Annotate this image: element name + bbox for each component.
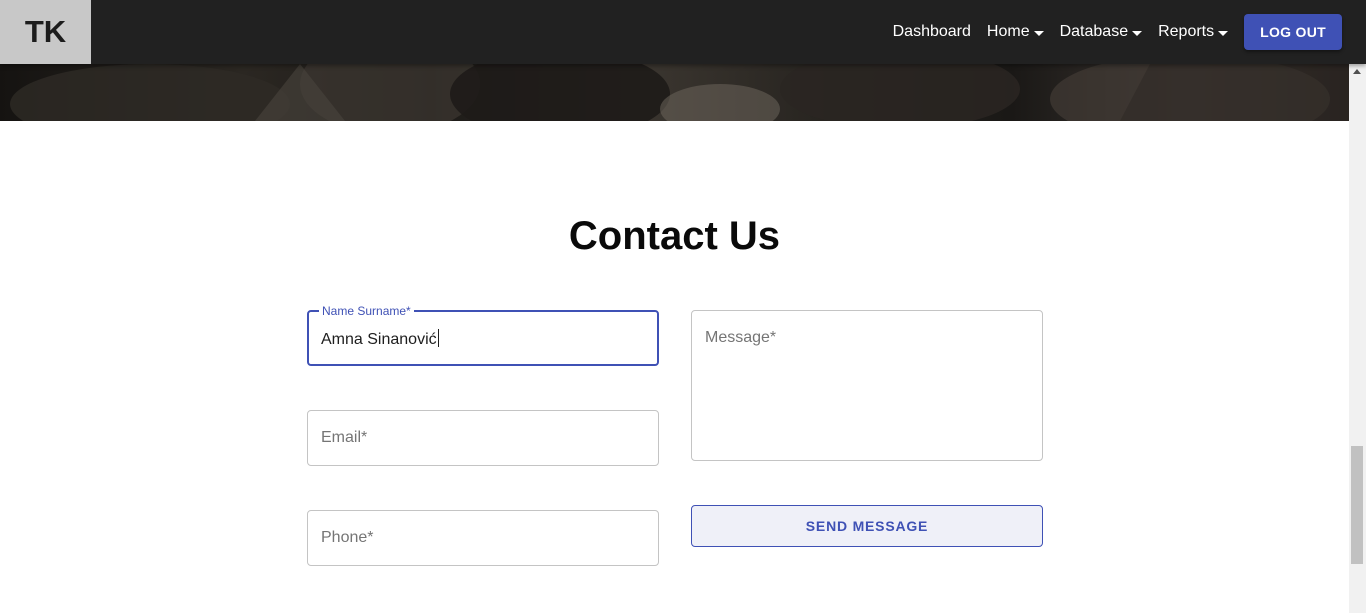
message-field[interactable]: Message* bbox=[691, 310, 1043, 461]
nav-links: Dashboard Home Database Reports LOG OUT bbox=[877, 0, 1342, 64]
page-title: Contact Us bbox=[568, 214, 781, 258]
text-cursor bbox=[437, 329, 439, 347]
logout-button[interactable]: LOG OUT bbox=[1244, 14, 1342, 50]
scroll-thumb[interactable] bbox=[1351, 446, 1363, 564]
phone-field[interactable]: Phone* bbox=[307, 510, 659, 566]
send-message-button[interactable]: SEND MESSAGE bbox=[691, 505, 1043, 547]
nav-item-label: Reports bbox=[1158, 23, 1215, 40]
nav-item-label: Database bbox=[1059, 23, 1129, 40]
nav-item-database[interactable]: Database bbox=[1060, 23, 1143, 41]
caret-down-icon bbox=[1132, 30, 1143, 36]
nav-item-home[interactable]: Home bbox=[987, 23, 1044, 41]
nav-item-label: Dashboard bbox=[892, 23, 971, 40]
hero-image bbox=[0, 64, 1349, 121]
nav-item-reports[interactable]: Reports bbox=[1158, 23, 1229, 41]
page-scrollbar[interactable] bbox=[1349, 64, 1366, 613]
phone-placeholder: Phone* bbox=[321, 529, 374, 546]
email-placeholder: Email* bbox=[321, 429, 368, 446]
top-navbar: TK Dashboard Home Database Reports LOG O… bbox=[0, 0, 1366, 64]
name-surname-value: Amna Sinanović bbox=[321, 329, 439, 349]
email-field[interactable]: Email* bbox=[307, 410, 659, 466]
caret-down-icon bbox=[1218, 30, 1229, 36]
name-surname-label: Name Surname* bbox=[319, 304, 414, 318]
brand-logo[interactable]: TK bbox=[0, 0, 91, 64]
name-surname-field[interactable]: Name Surname* Amna Sinanović bbox=[307, 304, 659, 366]
nav-item-label: Home bbox=[986, 23, 1030, 40]
page: TK Dashboard Home Database Reports LOG O… bbox=[0, 0, 1366, 613]
nav-item-dashboard[interactable]: Dashboard bbox=[893, 23, 971, 41]
name-surname-text: Amna Sinanović bbox=[321, 331, 437, 348]
hero-photo-shapes bbox=[10, 64, 1349, 121]
message-placeholder: Message* bbox=[705, 329, 777, 346]
scroll-up-arrow-icon[interactable] bbox=[1353, 69, 1361, 74]
caret-down-icon bbox=[1033, 30, 1044, 36]
